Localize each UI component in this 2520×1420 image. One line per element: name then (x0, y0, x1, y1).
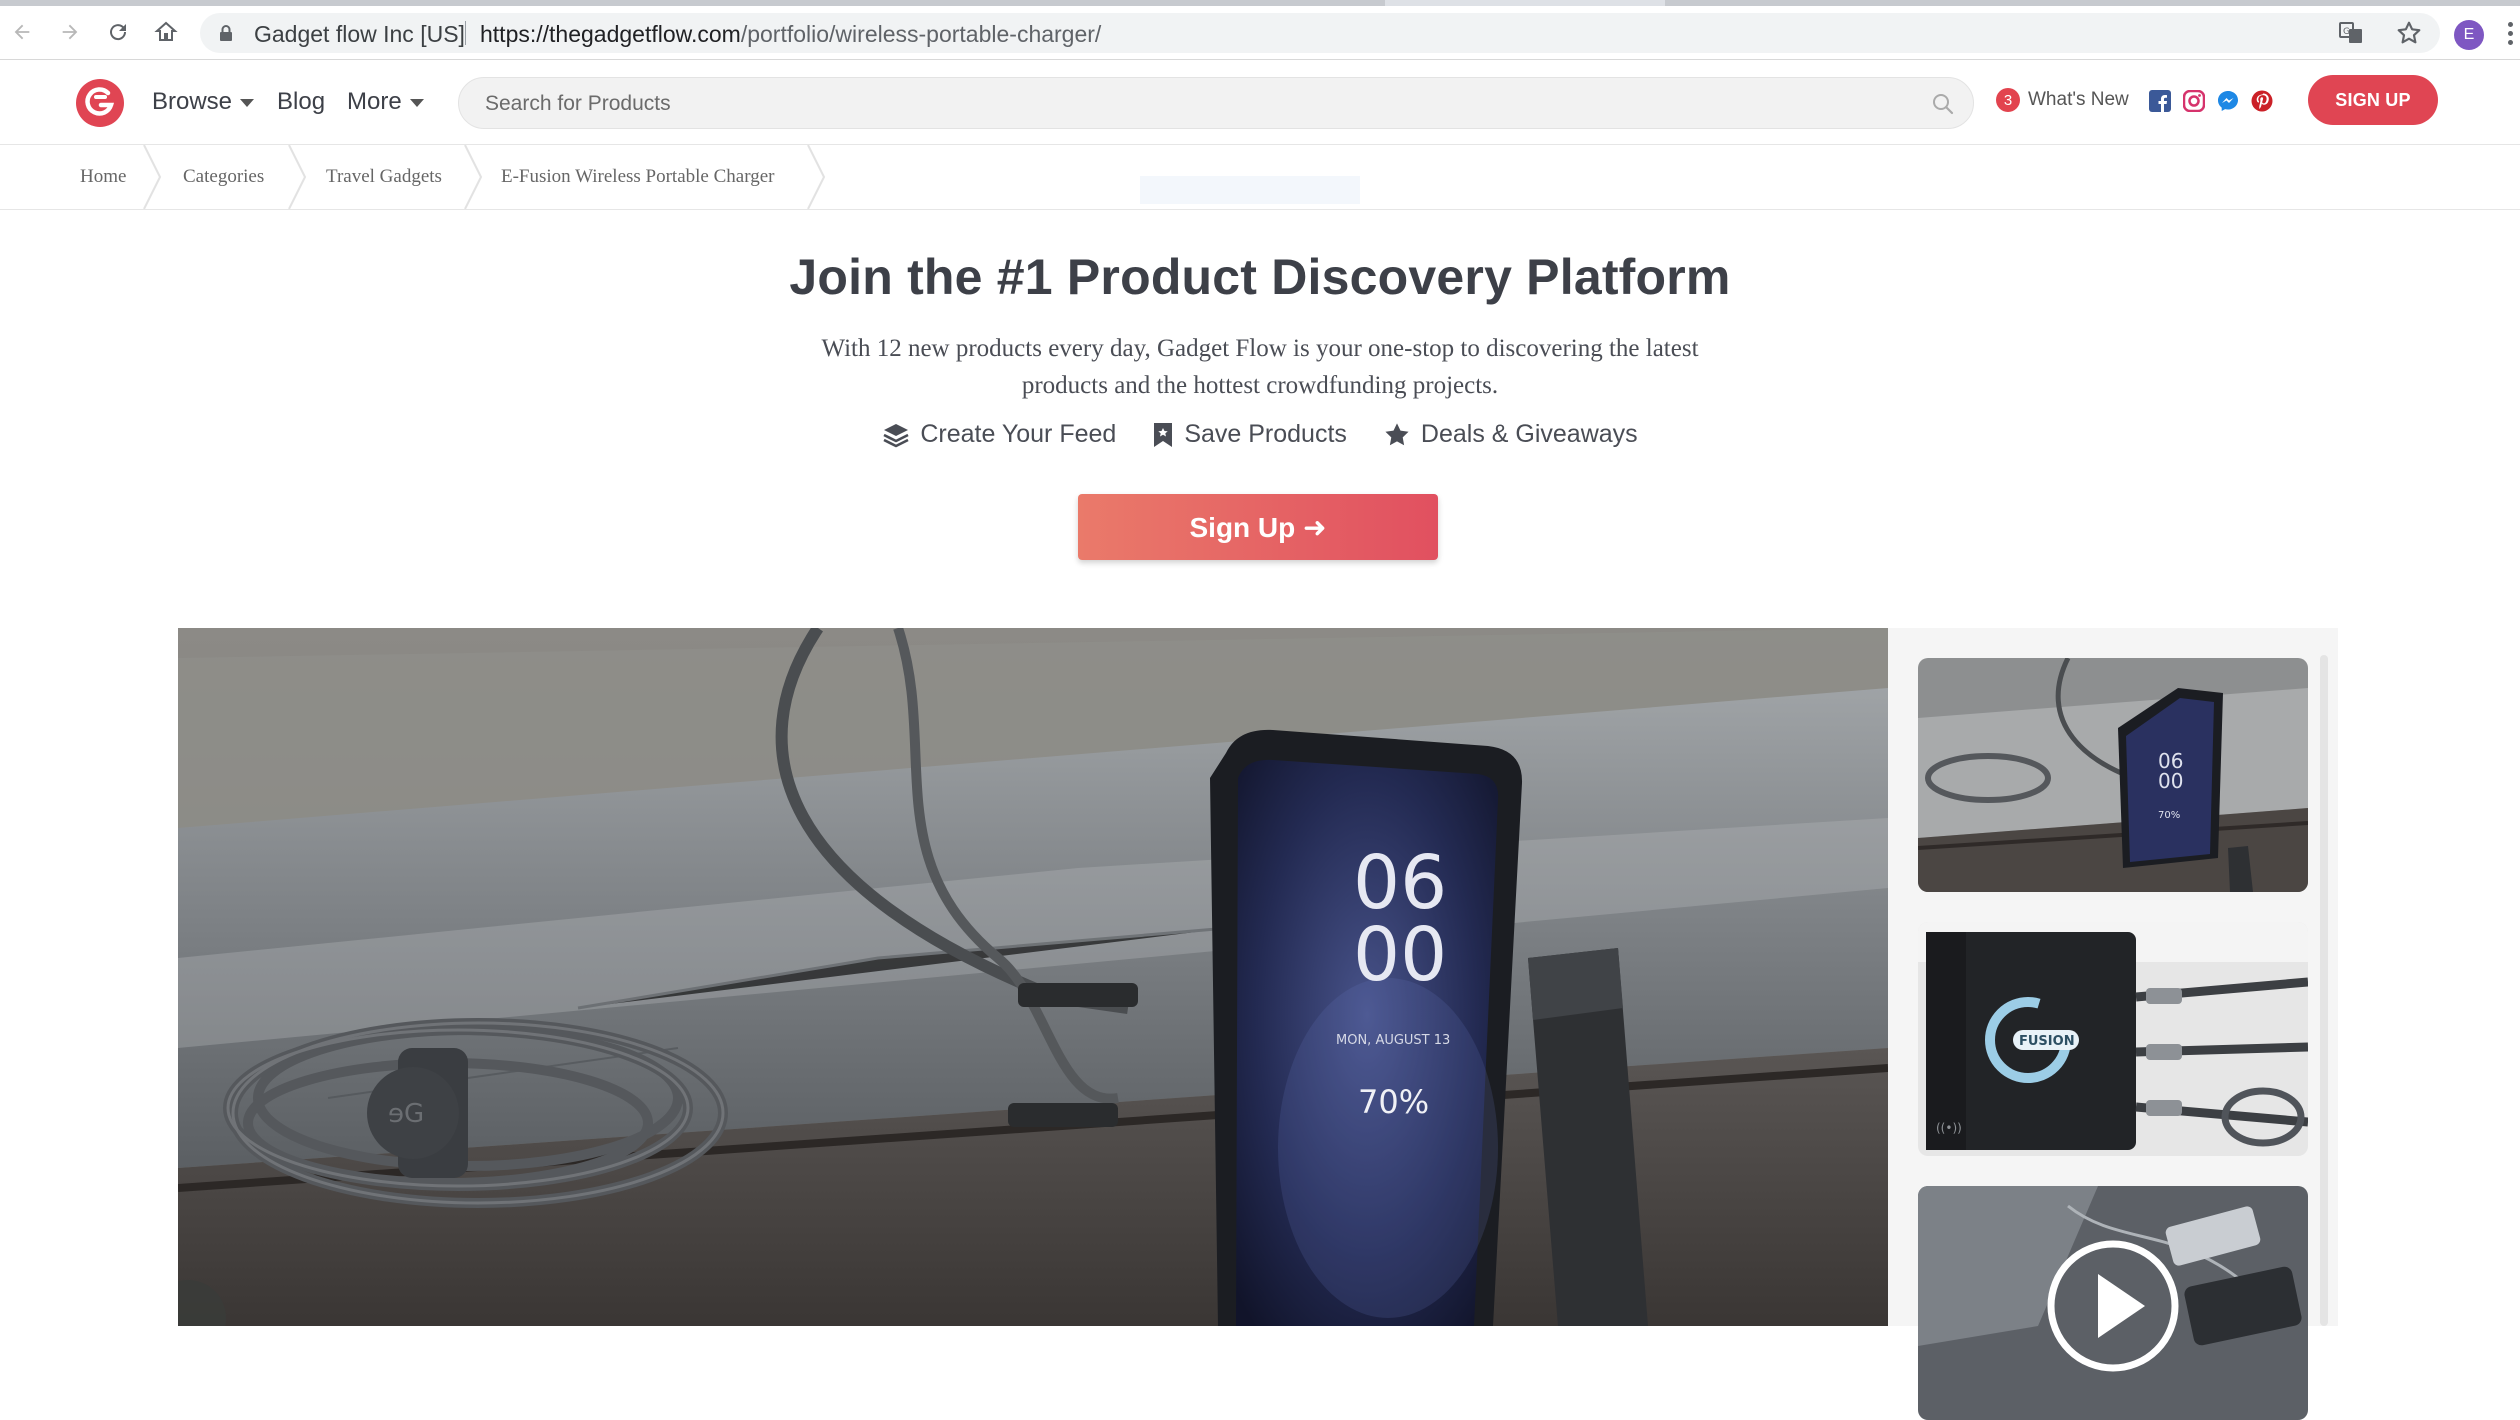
feature-label: Save Products (1184, 420, 1347, 448)
signup-button[interactable]: SIGN UP (2308, 75, 2438, 125)
forward-icon[interactable] (52, 14, 88, 50)
hero-subtitle: With 12 new products every day, Gadget F… (821, 335, 1699, 399)
nav-more-label: More (347, 88, 402, 115)
feature-label: Create Your Feed (920, 420, 1117, 448)
nav-blog-label: Blog (277, 88, 326, 115)
site-identity: Gadget flow Inc [US] (254, 21, 465, 47)
url-path: /portfolio/wireless-portable-charger/ (740, 21, 1102, 47)
breadcrumb-home[interactable]: Home (80, 145, 126, 209)
thumbnail-photo: 06 00 70% (1918, 658, 2308, 892)
site-header: Browse Blog More 3 What's New SIGN UP (0, 61, 2520, 145)
feature-label: Deals & Giveaways (1420, 420, 1638, 448)
url-text[interactable]: https://thegadgetflow.com/portfolio/wire… (480, 21, 1101, 48)
svg-text:((•)): ((•)) (1936, 1121, 1962, 1135)
whats-new-link[interactable]: 3 What's New (1996, 88, 2129, 112)
profile-avatar[interactable]: E (2454, 20, 2484, 50)
play-icon[interactable] (2043, 1236, 2183, 1376)
feature-save-products: Save Products (1152, 420, 1347, 449)
thumb-clock-minutes: 00 (2158, 769, 2183, 793)
lock-icon (220, 25, 232, 41)
chevron-right-icon (464, 145, 483, 209)
breadcrumb-travel-gadgets[interactable]: Travel Gadgets (326, 145, 442, 209)
url-host: https://thegadgetflow.com (480, 21, 741, 47)
chrome-menu-icon[interactable] (2508, 22, 2514, 49)
breadcrumb-current: E-Fusion Wireless Portable Charger (501, 166, 775, 187)
breadcrumb-categories[interactable]: Categories (183, 145, 264, 209)
nav-browse[interactable]: Browse (152, 88, 255, 116)
home-icon[interactable] (148, 14, 184, 50)
chevron-right-icon (807, 145, 826, 209)
phone-battery-percent: 70% (1358, 1083, 1429, 1121)
gallery-thumbnail[interactable]: 06 00 70% (1918, 658, 2308, 892)
messenger-icon[interactable] (2216, 89, 2240, 113)
phone-clock-minutes: 00 (1353, 912, 1447, 998)
nav-browse-label: Browse (152, 88, 233, 115)
chevron-right-icon (143, 145, 162, 209)
thumbnail-photo: FUSION ((•)) (1918, 922, 2308, 1156)
back-icon[interactable] (4, 14, 40, 50)
chevron-down-icon (240, 99, 255, 107)
address-bar[interactable]: Gadget flow Inc [US] https://thegadgetfl… (200, 13, 2440, 53)
chevron-down-icon (409, 99, 424, 107)
feature-list: Create Your Feed Save Products Deals & G… (0, 420, 2520, 449)
instagram-icon[interactable] (2182, 89, 2206, 113)
search-input[interactable] (483, 88, 1887, 120)
ghost-overlay (1140, 176, 1360, 204)
divider (465, 21, 466, 45)
gadget-flow-logo[interactable] (75, 78, 125, 128)
thumb-battery-percent: 70% (2158, 810, 2180, 821)
feature-deals: Deals & Giveaways (1383, 420, 1638, 449)
bookmark-icon (1154, 422, 1173, 447)
fusion-brand-label: FUSION (2019, 1034, 2075, 1049)
product-main-image[interactable]: ɘG 06 00 MON, AUGUST 13 70% (178, 628, 1888, 1326)
translate-icon[interactable]: G (2338, 20, 2364, 51)
star-icon (1385, 422, 1409, 445)
chevron-right-icon (288, 145, 307, 209)
pinterest-icon[interactable] (2250, 89, 2274, 113)
gallery-video-thumbnail[interactable] (1918, 1186, 2308, 1420)
browser-toolbar: Gadget flow Inc [US] https://thegadgetfl… (0, 6, 2520, 60)
whats-new-label: What's New (2028, 89, 2129, 110)
phone-date: MON, AUGUST 13 (1336, 1033, 1450, 1048)
layers-icon (883, 423, 909, 447)
reload-icon[interactable] (100, 14, 136, 50)
signup-cta-button[interactable]: Sign Up ➜ (1078, 494, 1438, 560)
svg-text:ɘG: ɘG (388, 1099, 424, 1129)
notification-badge: 3 (1996, 88, 2020, 112)
gallery-thumbnail[interactable]: FUSION ((•)) (1918, 922, 2308, 1156)
bookmark-star-icon[interactable] (2396, 20, 2422, 51)
nav-more[interactable]: More (347, 88, 424, 116)
nav-blog[interactable]: Blog (277, 88, 325, 116)
search-icon[interactable] (1931, 92, 1955, 116)
search-box[interactable] (458, 77, 1974, 129)
feature-create-feed: Create Your Feed (882, 420, 1116, 449)
page-title: Join the #1 Product Discovery Platform (789, 249, 1731, 305)
product-photo: ɘG 06 00 MON, AUGUST 13 70% (178, 628, 1888, 1326)
facebook-icon[interactable] (2148, 89, 2172, 113)
svg-text:G: G (2343, 27, 2350, 37)
thumbnail-scrollbar[interactable] (2320, 655, 2328, 1326)
